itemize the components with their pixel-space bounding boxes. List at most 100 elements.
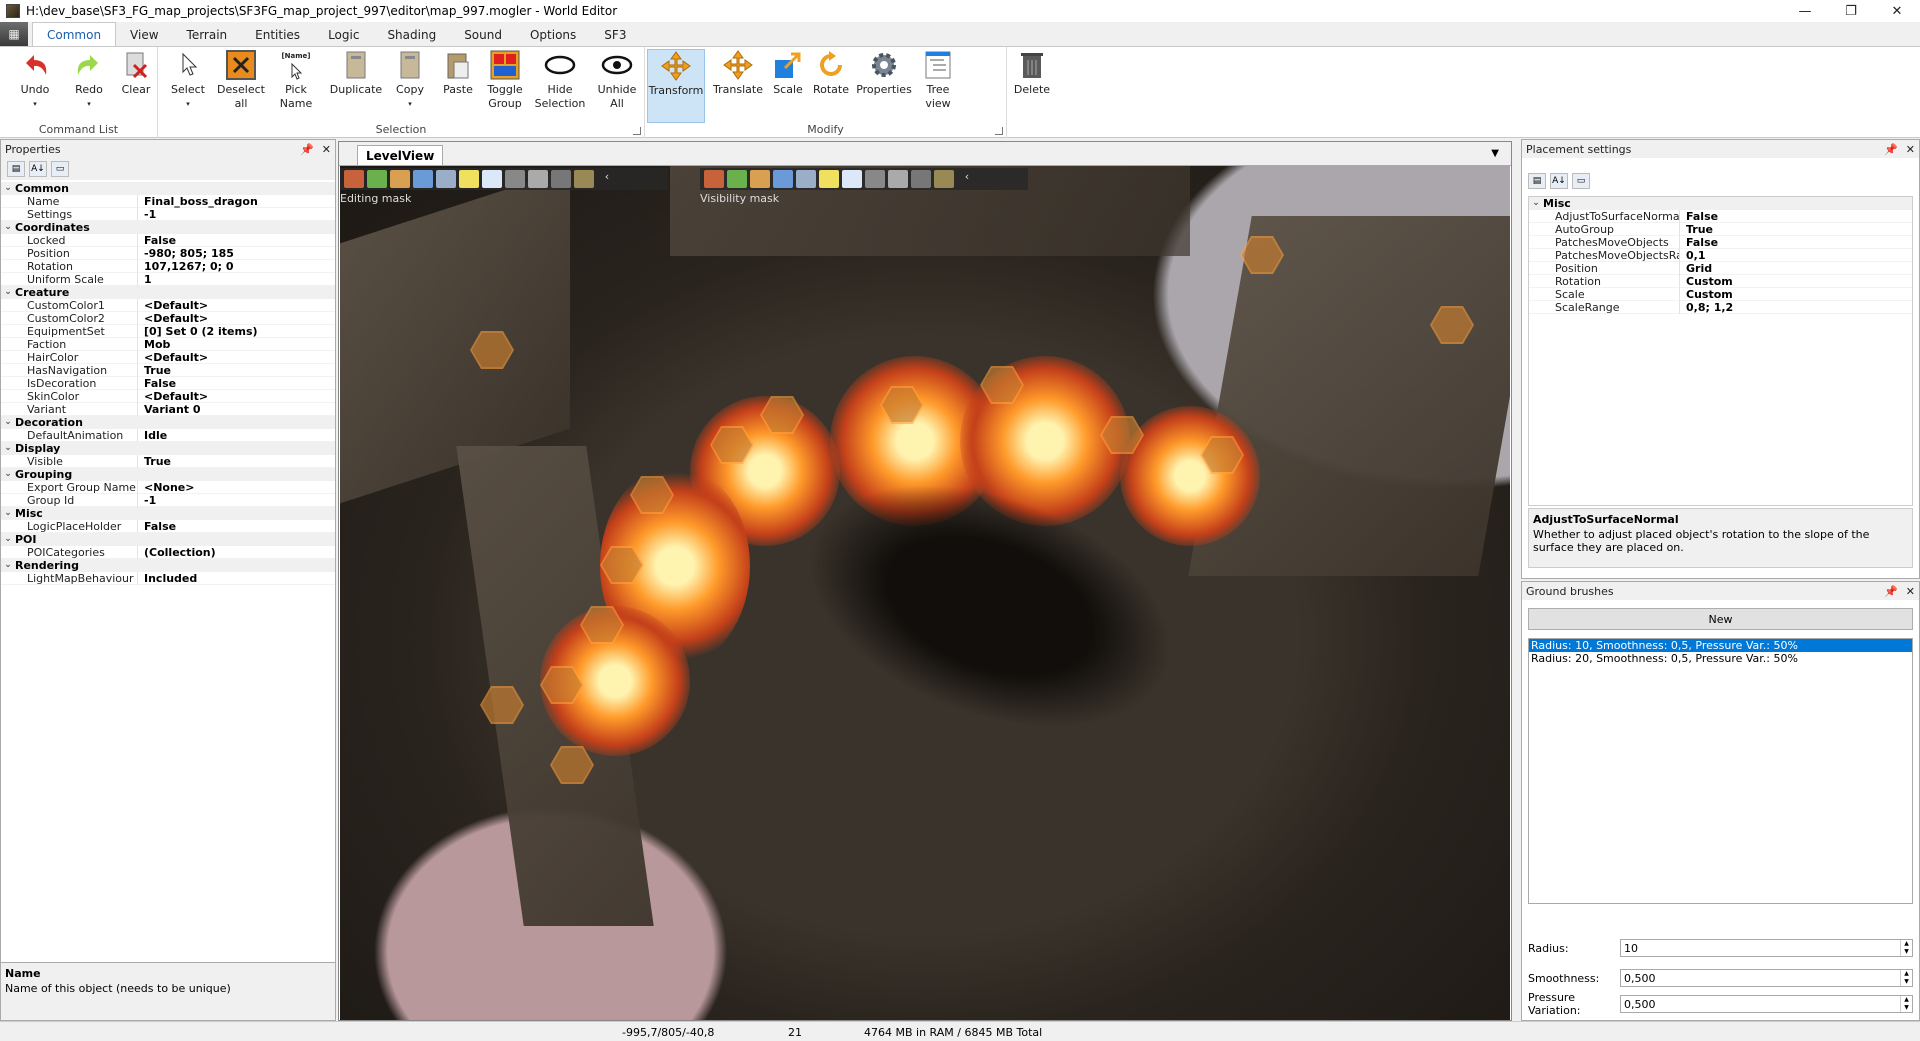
property-value[interactable]: (Collection) bbox=[137, 545, 335, 559]
panel-close-icon[interactable]: ✕ bbox=[322, 143, 331, 156]
fog-mask-icon[interactable] bbox=[436, 170, 456, 188]
terrain-visibility-icon[interactable] bbox=[704, 170, 724, 188]
smoothness-input[interactable] bbox=[1621, 970, 1900, 986]
placement-row[interactable]: PatchesMoveObjectsRange0,1 bbox=[1529, 248, 1912, 262]
duplicate-button[interactable]: Duplicate bbox=[328, 49, 384, 123]
minimize-button[interactable]: — bbox=[1782, 0, 1828, 22]
tab-terrain[interactable]: Terrain bbox=[173, 23, 242, 46]
property-value[interactable]: <Default> bbox=[137, 311, 335, 325]
tab-sound[interactable]: Sound bbox=[450, 23, 516, 46]
collapse-icon[interactable]: ⌄ bbox=[1529, 197, 1543, 210]
clear-button[interactable]: Clear bbox=[116, 49, 156, 123]
close-button[interactable]: ✕ bbox=[1874, 0, 1920, 22]
property-row[interactable]: DefaultAnimation Idle bbox=[1, 428, 335, 442]
property-row[interactable]: Locked False bbox=[1, 233, 335, 247]
collapse-icon[interactable]: ⌄ bbox=[1, 468, 15, 481]
brush-list-item[interactable]: Radius: 20, Smoothness: 0,5, Pressure Va… bbox=[1529, 652, 1912, 665]
property-value[interactable]: 1 bbox=[137, 272, 335, 286]
sound-mask-icon[interactable] bbox=[505, 170, 525, 188]
pick-name-button[interactable]: [Name] Pick Name bbox=[274, 49, 318, 123]
property-value[interactable]: -980; 805; 185 bbox=[137, 246, 335, 260]
radius-spinner[interactable]: ▲ ▼ bbox=[1900, 940, 1912, 956]
tab-logic[interactable]: Logic bbox=[314, 23, 373, 46]
property-row[interactable]: CustomColor2 <Default> bbox=[1, 311, 335, 325]
placement-property-value[interactable]: Custom bbox=[1679, 274, 1912, 288]
light-mask-icon[interactable] bbox=[459, 170, 479, 188]
panel-close-icon[interactable]: ✕ bbox=[1906, 585, 1915, 598]
app-menu-button[interactable]: ▦ bbox=[0, 22, 28, 46]
property-value[interactable]: False bbox=[137, 519, 335, 533]
tab-levelview[interactable]: LevelView bbox=[357, 145, 444, 165]
radius-input[interactable] bbox=[1621, 940, 1900, 956]
smoothness-spinner[interactable]: ▲ ▼ bbox=[1900, 970, 1912, 986]
property-value[interactable]: -1 bbox=[137, 207, 335, 221]
placement-row[interactable]: Position Grid bbox=[1529, 261, 1912, 275]
selection-dialog-launcher[interactable] bbox=[633, 127, 641, 135]
water-visibility-icon[interactable] bbox=[773, 170, 793, 188]
tab-common[interactable]: Common bbox=[32, 22, 117, 46]
category-decoration[interactable]: ⌄ Decoration bbox=[1, 416, 335, 429]
property-row[interactable]: Settings -1 bbox=[1, 207, 335, 221]
property-pages-icon[interactable]: ▭ bbox=[51, 161, 69, 177]
tab-view[interactable]: View bbox=[116, 23, 172, 46]
hide-selection-button[interactable]: Hide Selection bbox=[532, 49, 588, 123]
tab-entities[interactable]: Entities bbox=[241, 23, 314, 46]
property-value[interactable]: True bbox=[137, 363, 335, 377]
property-row[interactable]: CustomColor1 <Default> bbox=[1, 298, 335, 312]
chevron-left-icon[interactable]: ‹ bbox=[597, 170, 617, 188]
translate-button[interactable]: Translate bbox=[713, 49, 763, 123]
property-row[interactable]: Uniform Scale 1 bbox=[1, 272, 335, 286]
category-misc[interactable]: ⌄ Misc bbox=[1529, 197, 1912, 210]
property-row[interactable]: EquipmentSet [0] Set 0 (2 items) bbox=[1, 324, 335, 338]
category-creature[interactable]: ⌄ Creature bbox=[1, 286, 335, 299]
placement-row[interactable]: Scale Custom bbox=[1529, 287, 1912, 301]
category-common[interactable]: ⌄ Common bbox=[1, 182, 335, 195]
placement-property-value[interactable]: Grid bbox=[1679, 261, 1912, 275]
maximize-button[interactable]: ❐ bbox=[1828, 0, 1874, 22]
unhide-all-button[interactable]: Unhide All bbox=[592, 49, 642, 123]
category-coordinates[interactable]: ⌄ Coordinates bbox=[1, 221, 335, 234]
object-mask-icon[interactable] bbox=[482, 170, 502, 188]
property-row[interactable]: Rotation 107,1267; 0; 0 bbox=[1, 259, 335, 273]
property-row[interactable]: Variant Variant 0 bbox=[1, 402, 335, 416]
category-grouping[interactable]: ⌄ Grouping bbox=[1, 468, 335, 481]
transform-button[interactable]: Transform bbox=[647, 49, 705, 123]
pin-icon[interactable]: 📌 bbox=[1884, 585, 1898, 598]
property-value[interactable]: Final_boss_dragon bbox=[137, 194, 335, 208]
pressure-variation-spinner[interactable]: ▲ ▼ bbox=[1900, 996, 1912, 1012]
signpost-mask-icon[interactable] bbox=[390, 170, 410, 188]
water-mask-icon[interactable] bbox=[413, 170, 433, 188]
select-button[interactable]: Select ▾ bbox=[166, 49, 210, 123]
property-value[interactable]: 107,1267; 0; 0 bbox=[137, 259, 335, 273]
panel-close-icon[interactable]: ✕ bbox=[1906, 143, 1915, 156]
pressure-variation-input[interactable] bbox=[1621, 996, 1900, 1012]
tab-sf3[interactable]: SF3 bbox=[590, 23, 640, 46]
placement-row[interactable]: Rotation Custom bbox=[1529, 274, 1912, 288]
placement-row[interactable]: AdjustToSurfaceNormal False bbox=[1529, 209, 1912, 223]
terrain-mask-icon[interactable] bbox=[344, 170, 364, 188]
tree-view-button[interactable]: Tree view bbox=[917, 49, 959, 123]
property-row[interactable]: LightMapBehaviour Included bbox=[1, 571, 335, 585]
property-value[interactable]: <Default> bbox=[137, 350, 335, 364]
deselect-all-button[interactable]: Deselect all bbox=[216, 49, 266, 123]
property-value[interactable]: Included bbox=[137, 571, 335, 585]
category-misc[interactable]: ⌄ Misc bbox=[1, 507, 335, 520]
texture-visibility-icon[interactable] bbox=[727, 170, 747, 188]
placement-row[interactable]: AutoGroup True bbox=[1529, 222, 1912, 236]
category-poi[interactable]: ⌄ POI bbox=[1, 533, 335, 546]
alphabetical-sort-icon[interactable]: A↓ bbox=[1550, 173, 1568, 189]
texture-mask-icon[interactable] bbox=[367, 170, 387, 188]
property-value[interactable]: [0] Set 0 (2 items) bbox=[137, 324, 335, 338]
property-value[interactable]: Mob bbox=[137, 337, 335, 351]
property-row[interactable]: Faction Mob bbox=[1, 337, 335, 351]
entity-visibility-icon[interactable] bbox=[934, 170, 954, 188]
categorized-view-icon[interactable]: ▤ bbox=[7, 161, 25, 177]
modify-dialog-launcher[interactable] bbox=[995, 127, 1003, 135]
property-row[interactable]: Export Group Name <None> bbox=[1, 480, 335, 494]
entity-mask-icon[interactable] bbox=[574, 170, 594, 188]
property-row[interactable]: LogicPlaceHolder False bbox=[1, 519, 335, 533]
property-row[interactable]: HasNavigation True bbox=[1, 363, 335, 377]
poi-visibility-icon[interactable] bbox=[911, 170, 931, 188]
placement-property-value[interactable]: 0,1 bbox=[1679, 248, 1912, 262]
property-row[interactable]: Visible True bbox=[1, 454, 335, 468]
